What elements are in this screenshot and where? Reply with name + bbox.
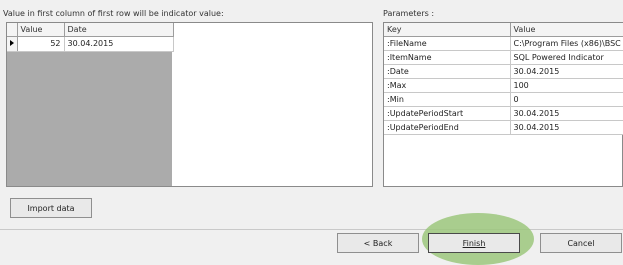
cancel-button[interactable]: Cancel xyxy=(540,233,622,253)
param-key[interactable]: :FileName xyxy=(384,36,511,51)
cell-value[interactable]: 52 xyxy=(17,36,65,52)
table-row[interactable]: :FileName C:\Program Files (x86)\BSC xyxy=(384,36,623,51)
table-row[interactable]: :UpdatePeriodStart 30.04.2015 xyxy=(384,106,623,121)
table-row[interactable]: :Min 0 xyxy=(384,92,623,107)
column-header-key[interactable]: Key xyxy=(384,23,511,37)
finish-button[interactable]: Finish xyxy=(428,233,520,253)
cell-date[interactable]: 30.04.2015 xyxy=(64,36,174,52)
data-panel-label: Value in first column of first row will … xyxy=(3,9,224,18)
data-grid[interactable]: Value Date 52 30.04.2015 xyxy=(6,22,373,187)
params-table-header: Key Value xyxy=(384,23,623,37)
param-key[interactable]: :UpdatePeriodEnd xyxy=(384,120,511,135)
table-row[interactable]: :Max 100 xyxy=(384,78,623,93)
data-table: Value Date 52 30.04.2015 xyxy=(7,23,174,52)
row-header-corner xyxy=(7,23,18,37)
param-key[interactable]: :Date xyxy=(384,64,511,79)
params-table: Key Value :FileName C:\Program Files (x8… xyxy=(384,23,623,135)
param-value[interactable]: SQL Powered Indicator xyxy=(510,50,623,65)
data-table-header: Value Date xyxy=(7,23,174,37)
table-row[interactable]: :ItemName SQL Powered Indicator xyxy=(384,50,623,65)
import-data-button[interactable]: Import data xyxy=(10,198,92,218)
param-key[interactable]: :Min xyxy=(384,92,511,107)
table-row[interactable]: :UpdatePeriodEnd 30.04.2015 xyxy=(384,120,623,135)
params-panel-label: Parameters : xyxy=(383,9,435,18)
param-value[interactable]: 30.04.2015 xyxy=(510,120,623,135)
column-header-date[interactable]: Date xyxy=(64,23,174,37)
param-key[interactable]: :ItemName xyxy=(384,50,511,65)
param-value[interactable]: 0 xyxy=(510,92,623,107)
params-grid[interactable]: Key Value :FileName C:\Program Files (x8… xyxy=(383,22,623,187)
column-header-value[interactable]: Value xyxy=(17,23,65,37)
param-value[interactable]: 100 xyxy=(510,78,623,93)
param-value[interactable]: 30.04.2015 xyxy=(510,106,623,121)
param-key[interactable]: :Max xyxy=(384,78,511,93)
param-value[interactable]: 30.04.2015 xyxy=(510,64,623,79)
current-row-arrow-icon xyxy=(10,39,14,46)
row-indicator[interactable] xyxy=(7,36,18,52)
back-button[interactable]: < Back xyxy=(337,233,419,253)
param-key[interactable]: :UpdatePeriodStart xyxy=(384,106,511,121)
table-row[interactable]: 52 30.04.2015 xyxy=(7,36,174,52)
param-value[interactable]: C:\Program Files (x86)\BSC xyxy=(510,36,623,51)
column-header-param-value[interactable]: Value xyxy=(510,23,623,37)
table-row[interactable]: :Date 30.04.2015 xyxy=(384,64,623,79)
